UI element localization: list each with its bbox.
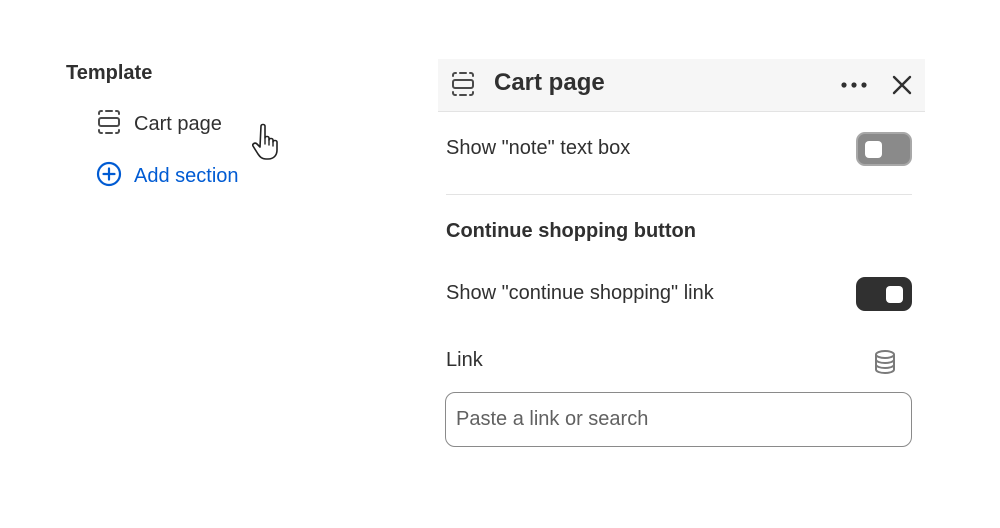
continue-shopping-toggle[interactable] — [856, 277, 912, 311]
more-actions-button[interactable] — [838, 69, 870, 101]
note-toggle[interactable] — [856, 132, 912, 166]
continue-toggle-label: Show "continue shopping" link — [446, 282, 714, 304]
continue-shopping-heading: Continue shopping button — [446, 220, 696, 242]
link-input[interactable] — [445, 392, 912, 447]
panel-header: Cart page — [438, 59, 925, 112]
section-icon — [96, 109, 122, 140]
link-label: Link — [446, 349, 483, 371]
hand-pointer-icon — [252, 122, 288, 167]
tree-item-label: Cart page — [134, 112, 222, 135]
template-heading: Template — [66, 62, 153, 84]
toggle-knob — [865, 141, 882, 158]
divider — [446, 194, 912, 195]
close-button[interactable] — [886, 69, 918, 101]
more-horizontal-icon — [841, 82, 867, 88]
panel-title: Cart page — [494, 69, 605, 96]
plus-circle-icon — [96, 161, 122, 192]
tree-item-cart-page[interactable]: Cart page — [96, 109, 222, 140]
section-icon — [450, 71, 476, 102]
note-toggle-label: Show "note" text box — [446, 137, 631, 159]
toggle-knob — [886, 286, 903, 303]
add-section-label: Add section — [134, 164, 239, 187]
close-icon — [892, 75, 912, 95]
database-icon[interactable] — [872, 349, 898, 380]
add-section-button[interactable]: Add section — [96, 161, 239, 192]
